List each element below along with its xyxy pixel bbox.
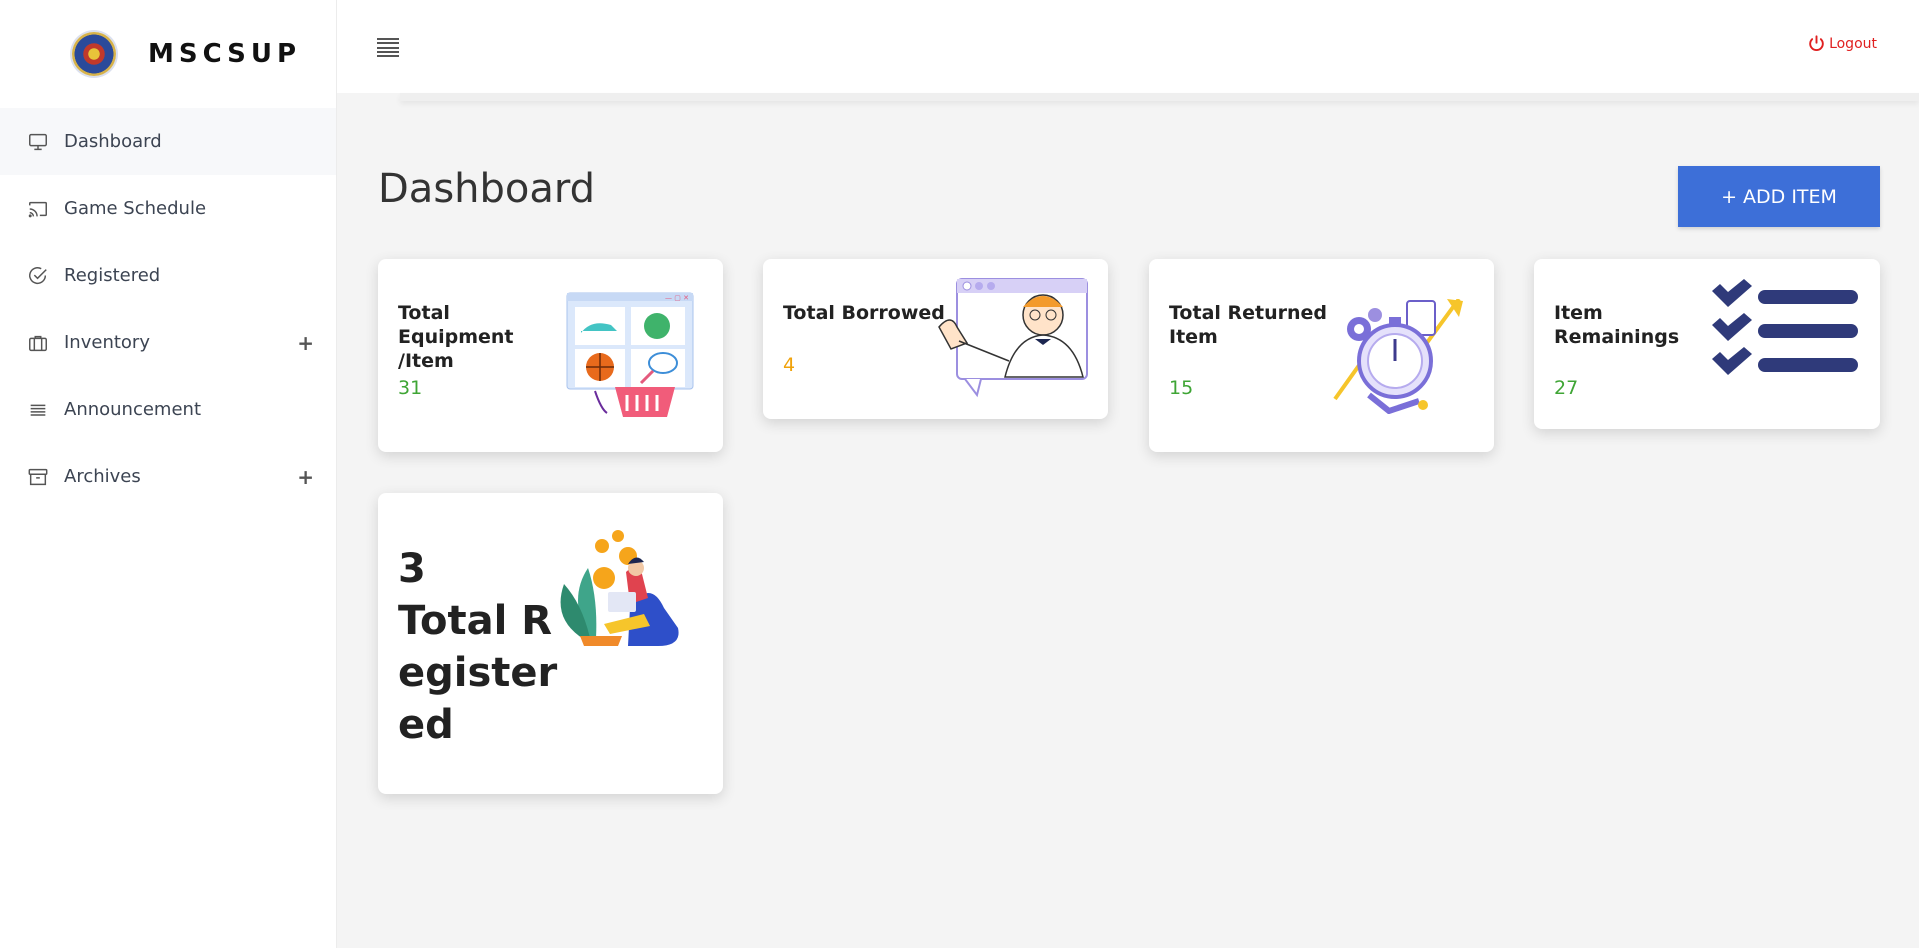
card-big-text: 3 Total Registered <box>398 543 563 751</box>
sidebar-item-label: Game Schedule <box>64 198 207 219</box>
card-value: 27 <box>1554 377 1579 399</box>
svg-text:— ▢ ✕: — ▢ ✕ <box>665 294 689 302</box>
hamburger-menu-icon[interactable] <box>377 38 399 58</box>
briefcase-icon <box>27 332 49 354</box>
sidebar-item-label: Archives <box>64 466 141 487</box>
sidebar-item-dashboard[interactable]: Dashboard <box>0 108 336 175</box>
list-lines-icon <box>27 399 49 421</box>
card-label: Total Registered <box>398 598 558 748</box>
card-total-borrowed[interactable]: Total Borrowed 4 <box>763 259 1108 419</box>
person-with-coins-illustration <box>560 530 679 646</box>
topbar: Logout <box>337 0 1919 93</box>
sidebar-item-announcement[interactable]: Announcement <box>0 376 336 443</box>
card-value: 3 <box>398 546 426 592</box>
sidebar: MSCSUP Dashboard Game Schedule Registere… <box>0 0 337 948</box>
logout-button[interactable]: Logout <box>1807 34 1877 53</box>
topbar-shadow <box>400 93 1919 101</box>
sidebar-item-archives[interactable]: Archives + <box>0 443 336 510</box>
card-label: Total Returned Item <box>1169 302 1328 348</box>
app-root: MSCSUP Dashboard Game Schedule Registere… <box>0 0 1919 948</box>
checklist-illustration <box>1712 279 1858 375</box>
sidebar-nav: Dashboard Game Schedule Registered Inven… <box>0 108 336 510</box>
archive-box-icon <box>27 466 49 488</box>
card-total-equipment[interactable]: Total Equipment /Item 31 — ▢ ✕ <box>378 259 723 452</box>
card-total-registered[interactable]: 3 Total Registered <box>378 493 723 794</box>
logout-label: Logout <box>1829 35 1877 52</box>
sidebar-item-label: Inventory <box>64 332 150 353</box>
add-item-button[interactable]: + ADD ITEM <box>1678 166 1880 227</box>
sidebar-item-registered[interactable]: Registered <box>0 242 336 309</box>
check-circle-icon <box>27 265 49 287</box>
card-value: 4 <box>783 354 796 376</box>
stopwatch-illustration <box>1333 299 1463 414</box>
sidebar-item-label: Registered <box>64 265 161 286</box>
sports-equipment-illustration: — ▢ ✕ <box>566 292 694 417</box>
sidebar-item-label: Dashboard <box>64 131 162 152</box>
card-total-returned[interactable]: Total Returned Item 15 <box>1149 259 1494 452</box>
sidebar-item-label: Announcement <box>64 399 202 420</box>
card-label: Item Remainings <box>1554 302 1680 348</box>
card-item-remainings[interactable]: Item Remainings 27 <box>1534 259 1880 429</box>
sidebar-item-inventory[interactable]: Inventory + <box>0 309 336 376</box>
brand[interactable]: MSCSUP <box>0 0 336 108</box>
expand-plus-icon[interactable]: + <box>297 331 314 355</box>
brand-name: MSCSUP <box>148 39 302 69</box>
page-title: Dashboard <box>378 166 596 212</box>
power-icon <box>1809 35 1824 51</box>
person-waving-illustration <box>938 278 1088 398</box>
sidebar-item-game-schedule[interactable]: Game Schedule <box>0 175 336 242</box>
monitor-icon <box>27 131 49 153</box>
expand-plus-icon[interactable]: + <box>297 465 314 489</box>
cast-icon <box>27 198 49 220</box>
card-label: Total Equipment /Item <box>398 302 514 372</box>
card-value: 15 <box>1169 377 1194 399</box>
card-value: 31 <box>398 377 423 399</box>
brand-logo <box>72 32 116 76</box>
